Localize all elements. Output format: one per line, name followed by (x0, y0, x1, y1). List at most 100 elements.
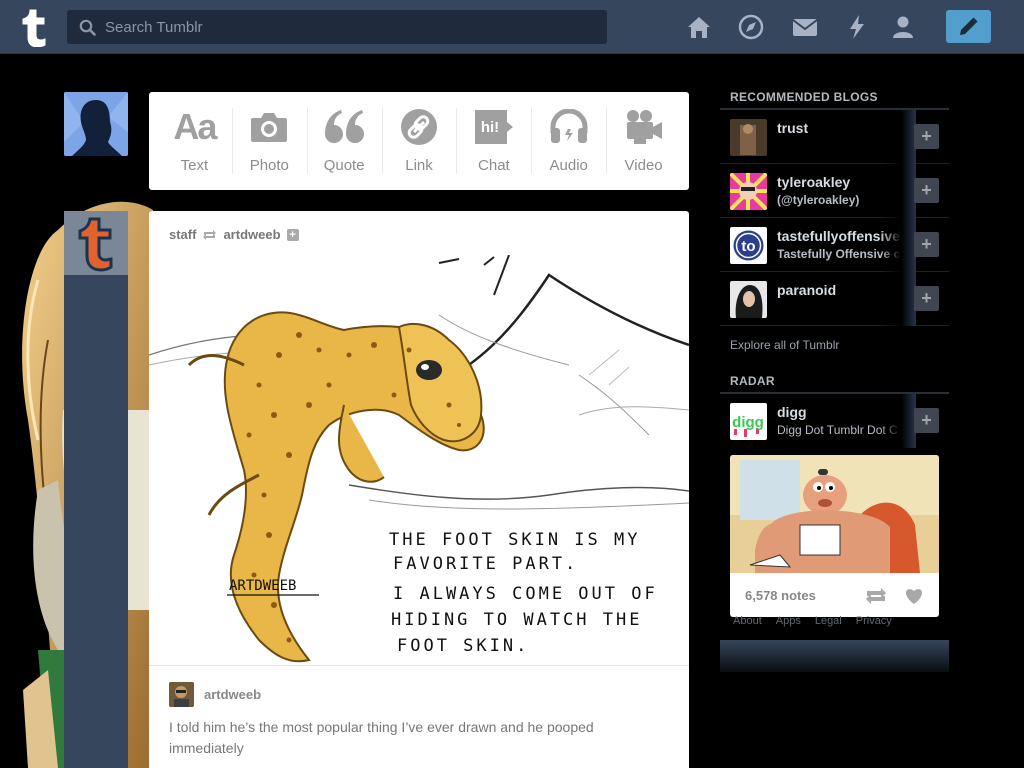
footer-link-about[interactable]: About (733, 615, 762, 627)
silhouette-avatar-icon (64, 92, 128, 156)
radar-blog-avatar: digg (730, 403, 767, 440)
post-type-link[interactable]: Link (381, 92, 457, 190)
follow-plus-button[interactable]: + (914, 232, 939, 257)
staff-t-logo-icon (64, 211, 128, 275)
follow-source-plus-icon[interactable]: + (286, 228, 299, 241)
follow-plus-button[interactable]: + (914, 124, 939, 149)
row-fade (880, 218, 916, 272)
post-type-video[interactable]: Video (606, 92, 681, 190)
search-icon (79, 19, 96, 36)
account-person-icon[interactable] (889, 13, 917, 41)
post-type-photo[interactable]: Photo (231, 92, 307, 190)
post-author-row: artdweeb (169, 682, 261, 707)
recommended-blogs-heading: RECOMMENDED BLOGS (720, 86, 949, 110)
headphones-icon (550, 109, 588, 143)
radar-post-footer: 6,578 notes (730, 573, 939, 617)
post-type-video-label: Video (624, 157, 663, 174)
post-type-quote[interactable]: Quote (306, 92, 382, 190)
blog-avatar (730, 173, 767, 210)
blog-name: trust (777, 120, 809, 136)
row-fade (880, 272, 916, 326)
post-caption: I told him he’s the most popular thing I… (169, 719, 594, 756)
reblogger-name[interactable]: staff (169, 227, 196, 242)
gecko-illustration[interactable]: THE FOOT SKIN IS MY FAVORITE PART. I ALW… (149, 255, 689, 665)
pencil-icon (960, 17, 978, 35)
blog-avatar: to (730, 227, 767, 264)
handwriting-line-3: I ALWAYS COME OUT OF (393, 584, 658, 604)
row-fade (880, 164, 916, 218)
camera-icon (251, 113, 288, 142)
handwriting-line-1: THE FOOT SKIN IS MY (389, 530, 640, 550)
blog-avatar (730, 119, 767, 156)
svg-text:to: to (741, 238, 755, 255)
radar-blog-name: digg (777, 404, 807, 420)
post-type-chat[interactable]: hi! Chat (456, 92, 531, 190)
row-fade (880, 394, 916, 448)
staff-avatar[interactable] (64, 211, 128, 275)
dashboard-post: staff artdweeb + THE FOOT SKIN IS MY FAV… (149, 211, 689, 768)
post-type-link-label: Link (405, 157, 433, 174)
footer-link-legal[interactable]: Legal (815, 615, 842, 627)
author-avatar[interactable] (169, 682, 194, 707)
search-input[interactable] (105, 10, 595, 44)
video-camera-icon (626, 110, 662, 144)
author-avatar-image (169, 682, 194, 707)
reblog-icon (203, 229, 217, 240)
post-type-text[interactable]: Aa Text (157, 92, 232, 190)
explore-all-link[interactable]: Explore all of Tumblr (720, 326, 949, 370)
footer-links: About Apps Legal Privacy (733, 615, 892, 627)
footer-link-apps[interactable]: Apps (776, 615, 801, 627)
explore-compass-icon[interactable] (737, 13, 765, 41)
svg-text:hi!: hi! (481, 119, 499, 136)
blog-avatar (730, 281, 767, 318)
right-sidebar: RECOMMENDED BLOGS trust + tyleroakley (@… (720, 86, 949, 672)
recommended-blog-item[interactable]: tyleroakley (@tyleroakley) + (720, 164, 949, 218)
radar-post-card[interactable]: 6,578 notes (730, 455, 939, 617)
text-aa-icon: Aa (173, 106, 217, 147)
tumblr-logo[interactable] (17, 7, 51, 48)
post-type-audio[interactable]: Audio (531, 92, 606, 190)
footer-link-privacy[interactable]: Privacy (856, 615, 892, 627)
post-avatar-column (64, 211, 128, 768)
link-icon (401, 109, 437, 145)
reblog-icon[interactable] (865, 587, 887, 605)
recommended-blog-item[interactable]: trust + (720, 110, 949, 164)
artist-signature: ARTDWEEB (229, 578, 296, 594)
post-type-text-label: Text (180, 157, 209, 174)
follow-plus-button[interactable]: + (914, 408, 939, 433)
radar-blog-item[interactable]: digg digg Digg Dot Tumblr Dot C + (720, 394, 949, 448)
source-blog-name[interactable]: artdweeb (223, 227, 280, 242)
post-type-chat-label: Chat (478, 157, 510, 174)
search-bar[interactable] (67, 10, 607, 44)
recommended-blog-item[interactable]: paranoid + (720, 272, 949, 326)
handwriting-line-5: FOOT SKIN. (397, 636, 529, 656)
compose-button[interactable] (946, 10, 991, 43)
follow-plus-button[interactable]: + (914, 178, 939, 203)
post-header: staff artdweeb + (169, 227, 299, 242)
sidebar-bottom-panel (720, 640, 949, 672)
recommended-blog-item[interactable]: to tastefullyoffensive Tastefully Offens… (720, 218, 949, 272)
radar-cartoon-image (730, 455, 939, 573)
row-fade (880, 110, 916, 164)
post-type-quote-label: Quote (323, 157, 365, 174)
handwriting-line-4: HIDING TO WATCH THE (391, 610, 642, 630)
activity-lightning-icon[interactable] (843, 13, 871, 41)
blog-name: tyleroakley (777, 174, 851, 190)
post-type-audio-label: Audio (549, 157, 588, 174)
blog-name: paranoid (777, 282, 837, 298)
home-icon[interactable] (685, 13, 713, 41)
tumblr-logo-icon (22, 9, 46, 48)
chat-bubble-icon: hi! (474, 110, 513, 144)
follow-plus-button[interactable]: + (914, 286, 939, 311)
my-blog-avatar[interactable] (64, 92, 128, 156)
heart-like-icon[interactable] (904, 587, 924, 605)
handwriting-line-2: FAVORITE PART. (393, 554, 578, 574)
quote-icon (325, 110, 365, 143)
top-navigation-bar (0, 0, 1024, 54)
radar-heading: RADAR (720, 370, 949, 394)
author-name[interactable]: artdweeb (204, 687, 261, 702)
notes-count[interactable]: 6,578 notes (745, 588, 816, 603)
svg-text:digg: digg (732, 414, 764, 431)
post-divider (149, 665, 689, 666)
inbox-envelope-icon[interactable] (791, 13, 819, 41)
